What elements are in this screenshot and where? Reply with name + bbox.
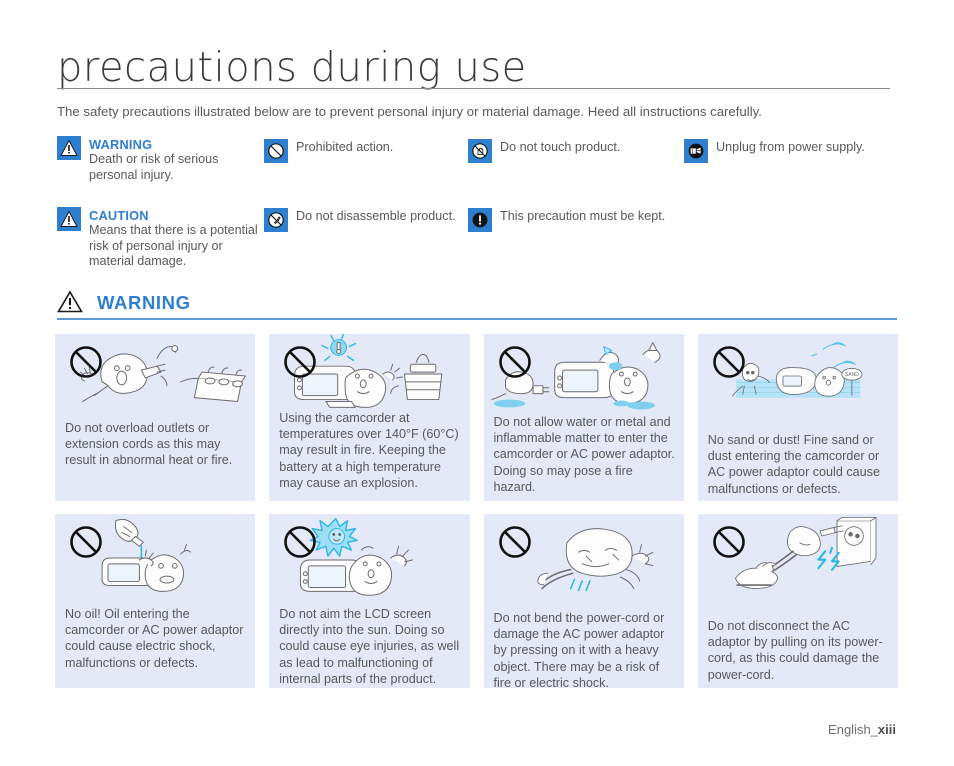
prohibited-circle-icon: [284, 526, 317, 558]
warning-section-header: WARNING: [57, 290, 897, 320]
camcorder-high-temperature-illustration: [269, 334, 469, 418]
legend-heading: WARNING: [89, 137, 153, 152]
legend-item-caution: CAUTION Means that there is a potential …: [57, 207, 267, 270]
card-caption: No oil! Oil entering the camcorder or AC…: [65, 607, 244, 670]
lcd-aimed-at-sun-illustration: [269, 514, 469, 602]
prohibited-action-icon: [264, 139, 288, 163]
warning-card: Do not disconnect the AC adaptor by pull…: [697, 514, 898, 688]
legend-description: This precaution must be kept.: [500, 209, 666, 223]
warning-card: Do not allow water or metal and inflamma…: [483, 334, 684, 501]
legend-description: Do not disassemble product.: [296, 209, 456, 223]
water-and-metal-illustration: [484, 334, 684, 418]
legend-heading: CAUTION: [89, 208, 149, 223]
prohibited-circle-icon: [284, 346, 317, 378]
legend-description: Do not touch product.: [500, 140, 621, 154]
card-caption: Do not overload outlets or extension cor…: [65, 421, 233, 468]
precautions-page: precautions during use The safety precau…: [0, 0, 954, 766]
warning-card: SAND No sand or dust! Fine sand or dust …: [697, 334, 898, 501]
sand-and-dust-illustration: SAND: [698, 334, 898, 418]
must-be-kept-icon: [468, 208, 492, 232]
page-title: precautions during use: [57, 44, 527, 92]
legend-description: Means that there is a potential risk of …: [89, 223, 258, 269]
prohibited-circle-icon: [498, 526, 531, 558]
warning-triangle-icon: [57, 290, 83, 313]
prohibited-circle-icon: [70, 346, 102, 378]
warning-triangle-icon: [57, 136, 81, 160]
page-header: precautions during use: [57, 44, 897, 92]
unplug-power-icon: [684, 139, 708, 163]
pulling-power-cord-illustration: [698, 514, 898, 602]
prohibited-circle-icon: [712, 346, 745, 378]
warning-card: Using the camcorder at temperatures over…: [269, 334, 470, 501]
footer-page-number: xiii: [877, 722, 896, 737]
section-divider: [57, 318, 897, 320]
oil-bottle-illustration: [55, 514, 255, 602]
card-caption: Do not bend the power-cord or damage the…: [493, 611, 665, 690]
legend-description: Death or risk of serious personal injury…: [89, 152, 219, 182]
warning-card: Do not overload outlets or extension cor…: [55, 334, 256, 501]
card-caption: Using the camcorder at temperatures over…: [279, 411, 459, 490]
legend-item-do-not-touch: Do not touch product.: [468, 139, 668, 163]
do-not-touch-icon: [468, 139, 492, 163]
card-row-2: No oil! Oil entering the camcorder or AC…: [55, 514, 898, 690]
warning-card: Do not aim the LCD screen directly into …: [269, 514, 470, 688]
legend-item-prohibited: Prohibited action.: [264, 139, 464, 163]
section-title: WARNING: [97, 292, 191, 313]
card-caption: Do not allow water or metal and inflamma…: [493, 415, 675, 494]
prohibited-circle-icon: [712, 526, 745, 558]
warning-card-grid: Do not overload outlets or extension cor…: [55, 334, 898, 690]
title-divider: [57, 88, 890, 89]
prohibited-circle-icon: [498, 346, 531, 378]
svg-text:SAND: SAND: [845, 372, 859, 378]
caution-triangle-icon: [57, 207, 81, 231]
prohibited-circle-icon: [70, 526, 102, 558]
legend-item-must-be-kept: This precaution must be kept.: [468, 208, 688, 232]
legend-description: Prohibited action.: [296, 140, 394, 154]
footer-language: English_: [828, 722, 878, 737]
overloaded-outlet-illustration: [55, 334, 255, 418]
intro-text: The safety precautions illustrated below…: [57, 104, 762, 119]
warning-card: Do not bend the power-cord or damage the…: [483, 514, 684, 690]
legend-item-warning: WARNING Death or risk of serious persona…: [57, 136, 267, 183]
legend-item-do-not-disassemble: Do not disassemble product.: [264, 208, 484, 232]
bent-power-cord-illustration: [484, 514, 684, 602]
legend-item-unplug: Unplug from power supply.: [684, 139, 904, 163]
card-caption: No sand or dust! Fine sand or dust enter…: [707, 433, 880, 496]
card-row-1: Do not overload outlets or extension cor…: [55, 334, 898, 501]
do-not-disassemble-icon: [264, 208, 288, 232]
warning-card: No oil! Oil entering the camcorder or AC…: [55, 514, 256, 688]
page-footer: English_xiii: [828, 722, 896, 737]
legend-description: Unplug from power supply.: [716, 140, 865, 154]
card-caption: Do not aim the LCD screen directly into …: [279, 607, 460, 686]
card-caption: Do not disconnect the AC adaptor by pull…: [707, 619, 883, 682]
